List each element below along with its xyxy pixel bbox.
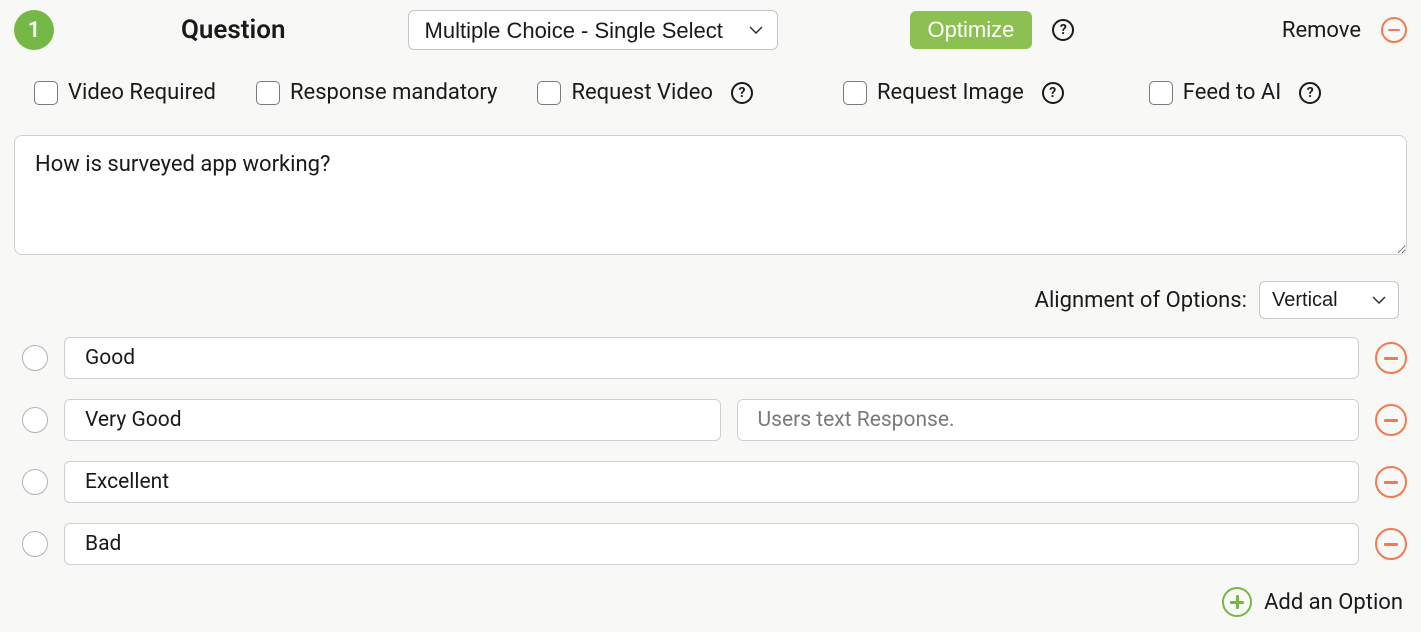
alignment-label: Alignment of Options: [1035, 288, 1247, 313]
checkbox-label: Response mandatory [290, 80, 497, 105]
option-response-input[interactable] [737, 399, 1360, 441]
response-mandatory-check: Response mandatory [256, 80, 497, 105]
remove-option-icon[interactable] [1375, 404, 1407, 436]
option-row [14, 337, 1407, 379]
question-block: 1 Question Multiple Choice - Single Sele… [0, 0, 1421, 627]
option-text-input[interactable] [64, 337, 1359, 379]
radio-icon[interactable] [22, 407, 48, 433]
option-row [14, 461, 1407, 503]
request-image-check: Request Image ? [843, 80, 1064, 105]
remove-option-icon[interactable] [1375, 528, 1407, 560]
options-list [14, 337, 1407, 565]
checkbox-label: Request Video [571, 80, 713, 105]
option-text-input[interactable] [64, 461, 1359, 503]
option-row [14, 523, 1407, 565]
add-option-label: Add an Option [1264, 590, 1403, 615]
checkbox[interactable] [256, 81, 280, 105]
question-header: 1 Question Multiple Choice - Single Sele… [14, 10, 1407, 50]
checkbox[interactable] [34, 81, 58, 105]
option-row [14, 399, 1407, 441]
request-video-check: Request Video ? [537, 80, 753, 105]
checkbox-label: Feed to AI [1183, 80, 1281, 105]
help-icon[interactable]: ? [1042, 82, 1064, 104]
checkbox-label: Request Image [877, 80, 1024, 105]
radio-icon[interactable] [22, 345, 48, 371]
feed-to-ai-check: Feed to AI ? [1149, 80, 1321, 105]
remove-option-icon[interactable] [1375, 342, 1407, 374]
minus-circle-icon[interactable] [1381, 17, 1407, 43]
question-flags-row: Video Required Response mandatory Reques… [14, 80, 1407, 105]
video-required-check: Video Required [34, 80, 216, 105]
remove-option-icon[interactable] [1375, 466, 1407, 498]
plus-circle-icon [1222, 587, 1252, 617]
checkbox[interactable] [843, 81, 867, 105]
help-icon[interactable]: ? [1052, 19, 1074, 41]
alignment-row: Alignment of Options: Vertical [14, 281, 1399, 319]
radio-icon[interactable] [22, 531, 48, 557]
checkbox-label: Video Required [68, 80, 216, 105]
help-icon[interactable]: ? [1299, 82, 1321, 104]
question-number-badge: 1 [14, 10, 54, 50]
add-option-button[interactable]: Add an Option [14, 587, 1403, 617]
radio-icon[interactable] [22, 469, 48, 495]
question-heading: Question [181, 15, 286, 45]
help-icon[interactable]: ? [731, 82, 753, 104]
option-text-input[interactable] [64, 399, 721, 441]
alignment-select[interactable]: Vertical [1259, 281, 1399, 319]
question-type-select[interactable]: Multiple Choice - Single Select [408, 10, 778, 50]
question-text-input[interactable] [14, 135, 1407, 255]
optimize-button[interactable]: Optimize [910, 11, 1033, 49]
remove-question-link[interactable]: Remove [1282, 18, 1361, 43]
checkbox[interactable] [537, 81, 561, 105]
checkbox[interactable] [1149, 81, 1173, 105]
option-text-input[interactable] [64, 523, 1359, 565]
